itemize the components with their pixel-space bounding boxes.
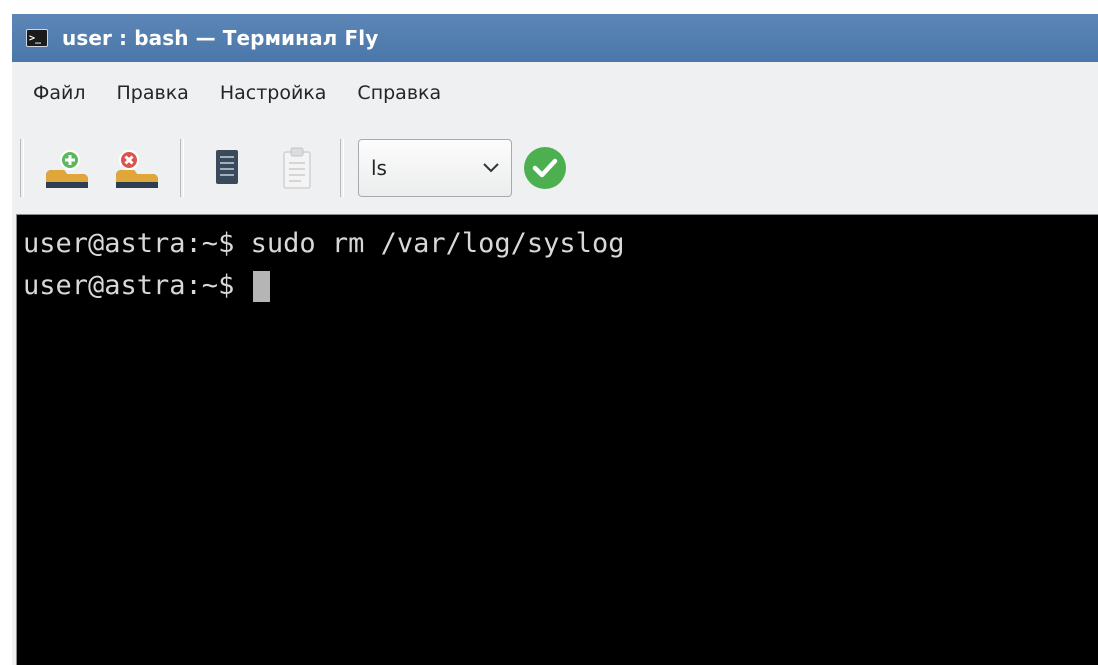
new-session-button[interactable] bbox=[41, 142, 93, 194]
command-select[interactable]: ls bbox=[358, 139, 512, 197]
terminal-app-icon: >_ bbox=[26, 29, 48, 47]
terminal-line: user@astra:~$ bbox=[23, 265, 1098, 307]
add-session-icon bbox=[46, 150, 88, 188]
checkmark-icon bbox=[524, 147, 566, 189]
paste-button[interactable] bbox=[271, 142, 323, 194]
toolbar-separator bbox=[20, 139, 24, 197]
terminal-line: user@astra:~$ sudo rm /var/log/syslog bbox=[23, 223, 1098, 265]
window-title: user : bash — Терминал Fly bbox=[62, 26, 379, 50]
close-session-icon bbox=[116, 150, 158, 188]
toolbar: ls bbox=[12, 124, 1098, 212]
menu-bar: Файл Правка Настройка Справка bbox=[12, 62, 1098, 124]
menu-file[interactable]: Файл bbox=[22, 76, 97, 110]
command-select-value: ls bbox=[371, 156, 387, 180]
paste-icon bbox=[283, 147, 311, 189]
menu-edit[interactable]: Правка bbox=[106, 76, 200, 110]
title-bar[interactable]: >_ user : bash — Терминал Fly bbox=[12, 14, 1098, 62]
toolbar-separator bbox=[340, 139, 344, 197]
shell-prompt: user@astra:~$ bbox=[23, 228, 251, 259]
terminal-window: >_ user : bash — Терминал Fly Файл Правк… bbox=[12, 14, 1098, 665]
menu-settings[interactable]: Настройка bbox=[209, 76, 338, 110]
text-cursor bbox=[252, 270, 270, 302]
shell-command: sudo rm /var/log/syslog bbox=[250, 228, 625, 259]
terminal-output[interactable]: user@astra:~$ sudo rm /var/log/syslog us… bbox=[16, 214, 1098, 665]
run-command-button[interactable] bbox=[520, 143, 570, 193]
close-session-button[interactable] bbox=[111, 142, 163, 194]
chevron-down-icon bbox=[483, 163, 499, 173]
copy-icon bbox=[216, 150, 238, 184]
copy-button[interactable] bbox=[201, 142, 253, 194]
menu-help[interactable]: Справка bbox=[346, 76, 452, 110]
shell-prompt: user@astra:~$ bbox=[23, 270, 251, 301]
toolbar-separator bbox=[180, 139, 184, 197]
